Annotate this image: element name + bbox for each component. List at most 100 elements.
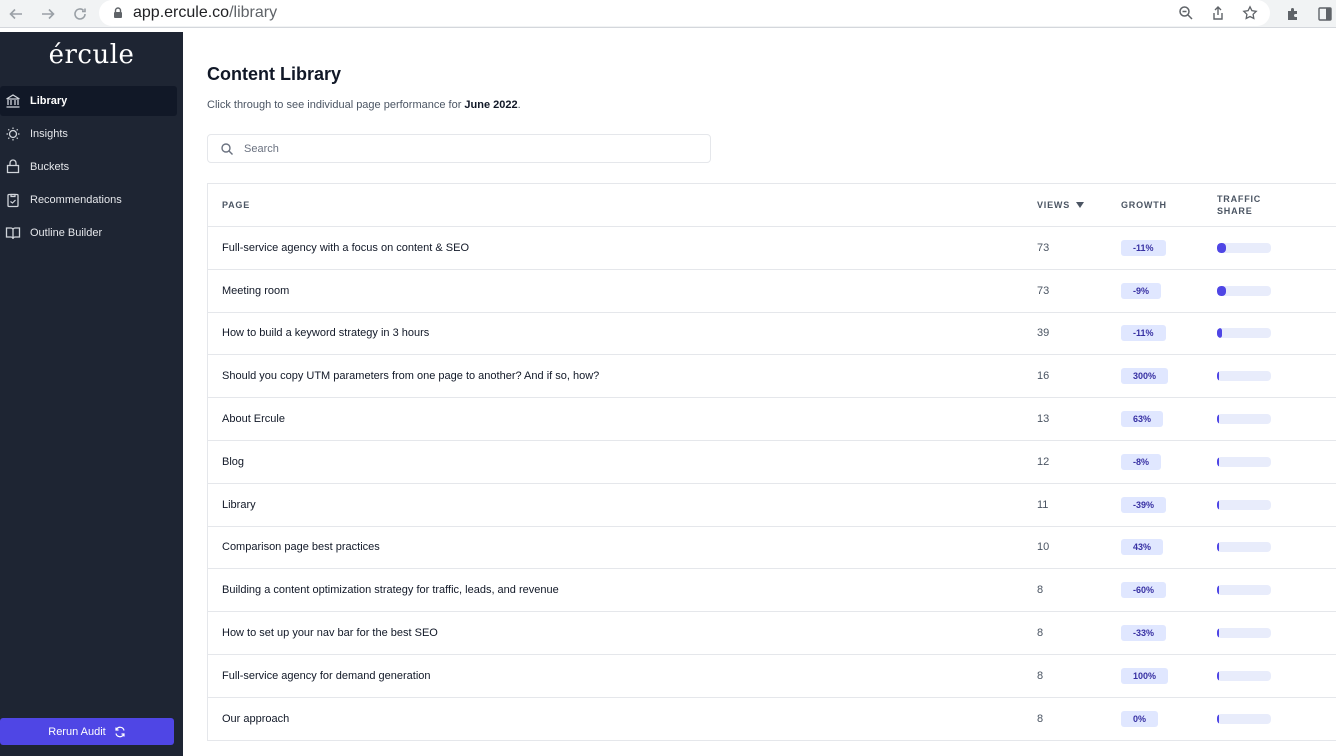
page-title-cell[interactable]: Full-service agency for demand generatio… xyxy=(208,670,1037,682)
growth-cell: -11% xyxy=(1121,325,1217,342)
growth-cell: 43% xyxy=(1121,539,1217,556)
back-icon[interactable] xyxy=(0,0,32,28)
lock-icon xyxy=(114,7,122,18)
table-row[interactable]: Full-service agency for demand generatio… xyxy=(208,655,1336,698)
traffic-share-cell xyxy=(1217,456,1317,467)
page-title-cell[interactable]: About Ercule xyxy=(208,413,1037,425)
growth-cell: 300% xyxy=(1121,368,1217,385)
table-row[interactable]: Full-service agency with a focus on cont… xyxy=(208,227,1336,270)
page-title-cell[interactable]: How to set up your nav bar for the best … xyxy=(208,627,1037,639)
views-cell: 12 xyxy=(1037,455,1050,468)
table-row[interactable]: About Ercule 13 63% xyxy=(208,398,1336,441)
sidebar-item-insights[interactable]: Insights xyxy=(0,119,177,149)
traffic-share-bar xyxy=(1217,542,1271,553)
rerun-audit-label: Rerun Audit xyxy=(48,725,106,738)
column-header-growth[interactable]: GROWTH xyxy=(1121,200,1217,210)
sort-desc-icon xyxy=(1076,202,1085,208)
sidebar-item-label: Library xyxy=(30,95,68,107)
table-header: PAGE VIEWS GROWTH TRAFFIC SHARE xyxy=(208,184,1336,227)
traffic-share-fill xyxy=(1217,285,1226,296)
growth-cell: 100% xyxy=(1121,667,1217,684)
table-row[interactable]: Blog 12 -8% xyxy=(208,441,1336,484)
table-row[interactable]: How to set up your nav bar for the best … xyxy=(208,612,1336,655)
sidebar-item-library[interactable]: Library xyxy=(0,86,177,116)
sidebar-item-buckets[interactable]: Buckets xyxy=(0,152,177,182)
column-header-page[interactable]: PAGE xyxy=(208,200,1037,210)
views-cell: 73 xyxy=(1037,284,1050,297)
views-cell: 73 xyxy=(1037,241,1050,254)
table-body: Full-service agency with a focus on cont… xyxy=(208,227,1336,741)
main-content: Content Library Click through to see ind… xyxy=(183,32,1336,756)
views-cell: 8 xyxy=(1037,584,1044,597)
share-icon[interactable] xyxy=(1208,3,1228,23)
table-row[interactable]: Building a content optimization strategy… xyxy=(208,569,1336,613)
sidebar-toggle-icon[interactable] xyxy=(1315,4,1335,24)
traffic-share-cell xyxy=(1217,542,1317,553)
traffic-share-cell xyxy=(1217,713,1317,724)
table-row[interactable]: Library 11 -39% xyxy=(208,484,1336,527)
page-title-cell[interactable]: Should you copy UTM parameters from one … xyxy=(208,370,1037,382)
traffic-share-fill xyxy=(1217,713,1219,724)
url-text: app.ercule.co/library xyxy=(133,4,278,21)
table-row[interactable]: Our approach 8 0% xyxy=(208,698,1336,741)
traffic-share-cell xyxy=(1217,585,1317,596)
sidebar-item-label: Buckets xyxy=(30,161,70,173)
traffic-share-fill xyxy=(1217,585,1219,596)
refresh-icon xyxy=(115,726,125,737)
column-header-views[interactable]: VIEWS xyxy=(1037,200,1121,210)
traffic-share-bar xyxy=(1217,713,1271,724)
traffic-share-fill xyxy=(1217,499,1219,510)
traffic-share-bar xyxy=(1217,242,1271,253)
growth-badge: -8% xyxy=(1121,453,1162,470)
rerun-audit-button[interactable]: Rerun Audit xyxy=(0,718,174,745)
table-row[interactable]: Meeting room 73 -9% xyxy=(208,270,1336,313)
page-title-cell[interactable]: Our approach xyxy=(208,713,1037,725)
table-row[interactable]: Should you copy UTM parameters from one … xyxy=(208,355,1336,399)
page-title-cell[interactable]: Blog xyxy=(208,456,1037,468)
reload-icon[interactable] xyxy=(64,0,96,28)
table-row[interactable]: Comparison page best practices 10 43% xyxy=(208,527,1336,570)
traffic-share-cell xyxy=(1217,628,1317,639)
bank-icon xyxy=(4,92,22,110)
growth-badge: 43% xyxy=(1121,539,1164,556)
growth-badge: 300% xyxy=(1121,368,1169,385)
table-row[interactable]: How to build a keyword strategy in 3 hou… xyxy=(208,313,1336,356)
views-cell: 13 xyxy=(1037,413,1050,426)
traffic-share-fill xyxy=(1217,414,1219,425)
traffic-share-cell xyxy=(1217,499,1317,510)
growth-cell: 63% xyxy=(1121,411,1217,428)
page-title-cell[interactable]: Library xyxy=(208,499,1037,511)
traffic-share-bar xyxy=(1217,456,1271,467)
growth-cell: -11% xyxy=(1121,239,1217,256)
page-title-cell[interactable]: How to build a keyword strategy in 3 hou… xyxy=(208,327,1037,339)
sidebar-item-recommendations[interactable]: Recommendations xyxy=(0,185,177,215)
views-cell: 8 xyxy=(1037,627,1044,640)
zoom-icon[interactable] xyxy=(1176,3,1196,23)
growth-badge: -39% xyxy=(1121,496,1167,513)
views-cell: 8 xyxy=(1037,669,1044,682)
page-title-cell[interactable]: Full-service agency with a focus on cont… xyxy=(208,242,1037,254)
column-header-traffic-share[interactable]: TRAFFIC SHARE xyxy=(1217,193,1317,217)
sidebar-item-outline-builder[interactable]: Outline Builder xyxy=(0,218,177,248)
growth-badge: 100% xyxy=(1121,667,1169,684)
page-title-cell[interactable]: Meeting room xyxy=(208,285,1037,297)
traffic-share-fill xyxy=(1217,628,1219,639)
traffic-share-bar xyxy=(1217,285,1271,296)
address-bar[interactable]: app.ercule.co/library xyxy=(99,0,1270,26)
extensions-icon[interactable] xyxy=(1283,4,1303,24)
page-title-cell[interactable]: Comparison page best practices xyxy=(208,541,1037,553)
search-box[interactable] xyxy=(207,134,711,163)
search-icon xyxy=(221,142,233,155)
star-icon[interactable] xyxy=(1240,3,1260,23)
clipboard-icon xyxy=(4,191,22,209)
growth-badge: 63% xyxy=(1121,411,1164,428)
search-input[interactable] xyxy=(244,142,684,155)
growth-cell: -9% xyxy=(1121,282,1217,299)
page-title: Content Library xyxy=(207,64,342,84)
traffic-share-fill xyxy=(1217,242,1226,253)
traffic-share-fill xyxy=(1217,542,1219,553)
sidebar: ércule Library Insights Buckets Recommen… xyxy=(0,32,183,756)
forward-icon[interactable] xyxy=(32,0,64,28)
traffic-share-bar xyxy=(1217,371,1271,382)
page-title-cell[interactable]: Building a content optimization strategy… xyxy=(208,584,1037,596)
